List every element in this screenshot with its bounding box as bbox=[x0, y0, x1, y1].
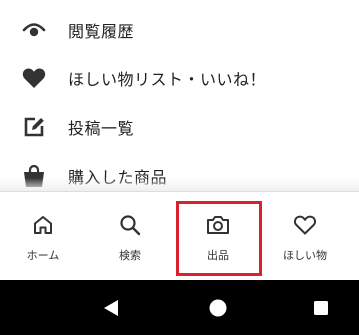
menu-item-label: 閲覧履歴 bbox=[68, 22, 135, 41]
menu-item-browsing-history[interactable]: 閲覧履歴 bbox=[0, 10, 359, 50]
nav-recents-button[interactable] bbox=[291, 280, 351, 335]
tab-label: 検索 bbox=[119, 249, 141, 262]
heart-icon bbox=[21, 65, 47, 91]
system-navigation-bar bbox=[0, 280, 359, 335]
tab-wishlist[interactable]: ほしい物 bbox=[265, 192, 345, 281]
nav-back-button[interactable] bbox=[81, 280, 141, 335]
back-triangle-icon bbox=[104, 299, 118, 316]
tab-label: ほしい物 bbox=[283, 249, 327, 262]
sell-tab-highlight bbox=[176, 201, 262, 276]
recents-square-icon bbox=[314, 300, 328, 315]
home-circle-icon bbox=[209, 299, 227, 316]
tab-home[interactable]: ホーム bbox=[3, 192, 83, 281]
menu-item-label: ほしい物リスト・いいね！ bbox=[68, 70, 267, 89]
tab-search[interactable]: 検索 bbox=[90, 192, 170, 281]
menu-item-wishlist-likes[interactable]: ほしい物リスト・いいね！ bbox=[0, 58, 359, 98]
nav-home-button[interactable] bbox=[188, 280, 248, 335]
menu-item-label: 投稿一覧 bbox=[68, 119, 135, 138]
menu-item-posts[interactable]: 投稿一覧 bbox=[0, 107, 359, 147]
search-icon bbox=[116, 212, 144, 238]
menu-scroll-fade bbox=[0, 178, 359, 192]
account-menu-list: 閲覧履歴 ほしい物リスト・いいね！ 投稿一覧 購入した商品 bbox=[0, 0, 359, 190]
tab-label: ホーム bbox=[26, 249, 60, 262]
edit-post-icon bbox=[21, 114, 47, 140]
home-icon bbox=[29, 212, 57, 238]
heart-outline-icon bbox=[291, 212, 319, 238]
eye-history-icon bbox=[21, 17, 47, 43]
